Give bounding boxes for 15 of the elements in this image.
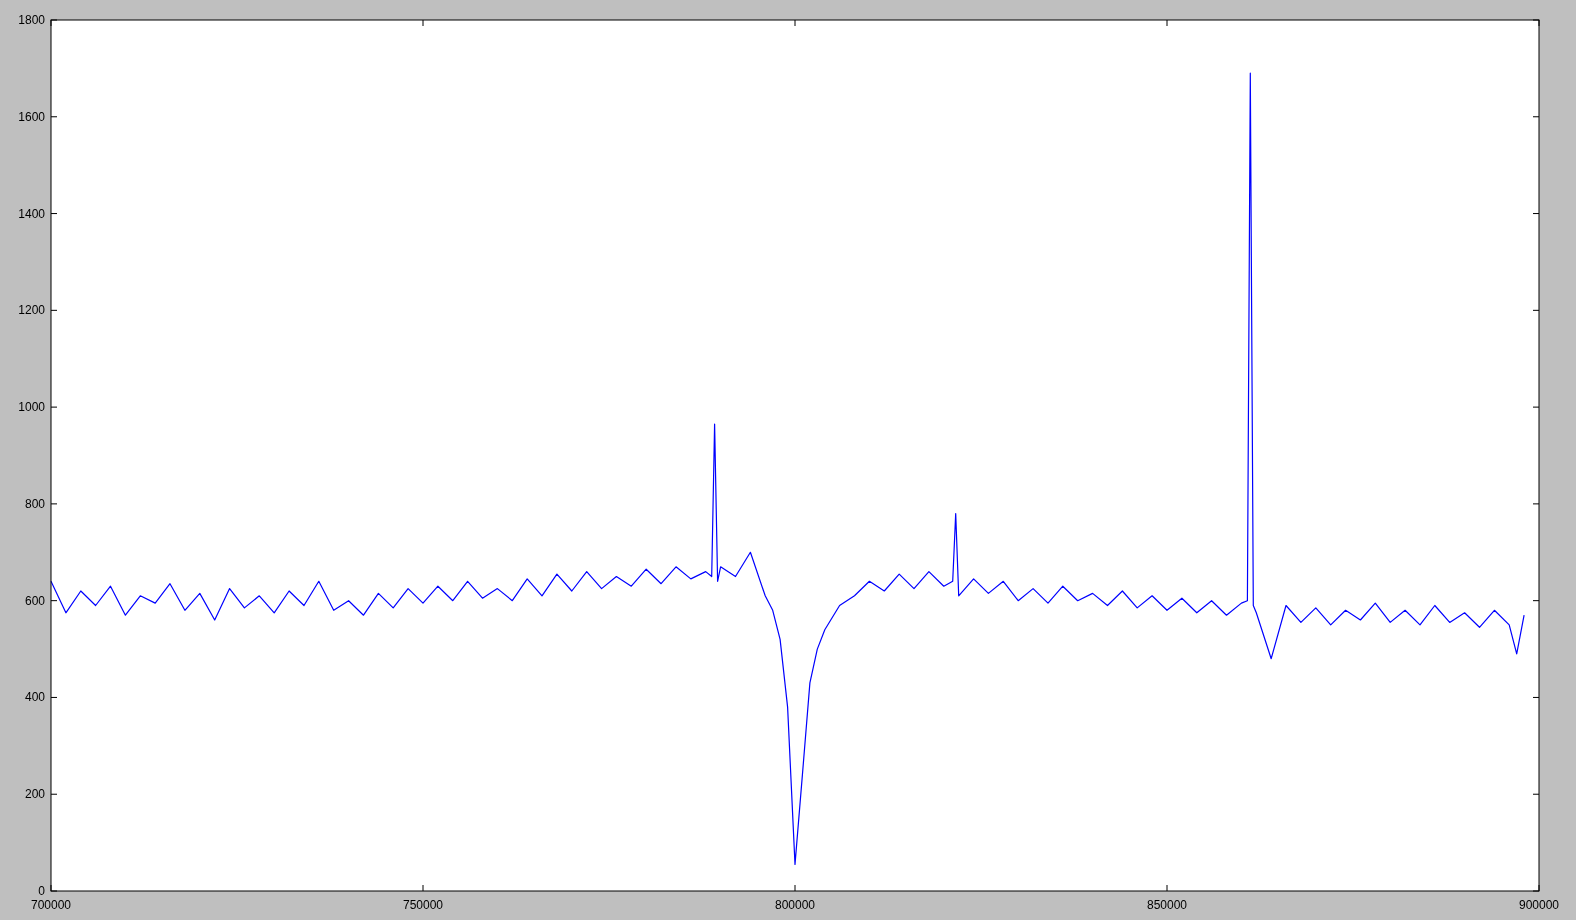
axis-tick-label: 200: [24, 787, 45, 802]
axis-tick-label: 800000: [775, 898, 815, 912]
axis-tick-label: 400: [24, 690, 45, 705]
axis-tick-label: 850000: [1147, 898, 1187, 912]
axis-tick-label: 700000: [31, 898, 71, 912]
axis-tick-label: 800: [24, 496, 45, 511]
axis-tick-label: 750000: [403, 898, 443, 912]
axis-tick-label: 900000: [1519, 898, 1559, 912]
axis-tick-label: 0: [38, 884, 45, 898]
axis-tick-label: 1200: [18, 303, 45, 318]
axis-tick-label: 1800: [18, 13, 45, 27]
axis-tick-label: 1400: [18, 206, 45, 221]
axis-tick-label: 600: [24, 593, 45, 608]
axis-tick-label: 1000: [18, 400, 45, 415]
axis-tick-label: 1600: [18, 109, 45, 124]
